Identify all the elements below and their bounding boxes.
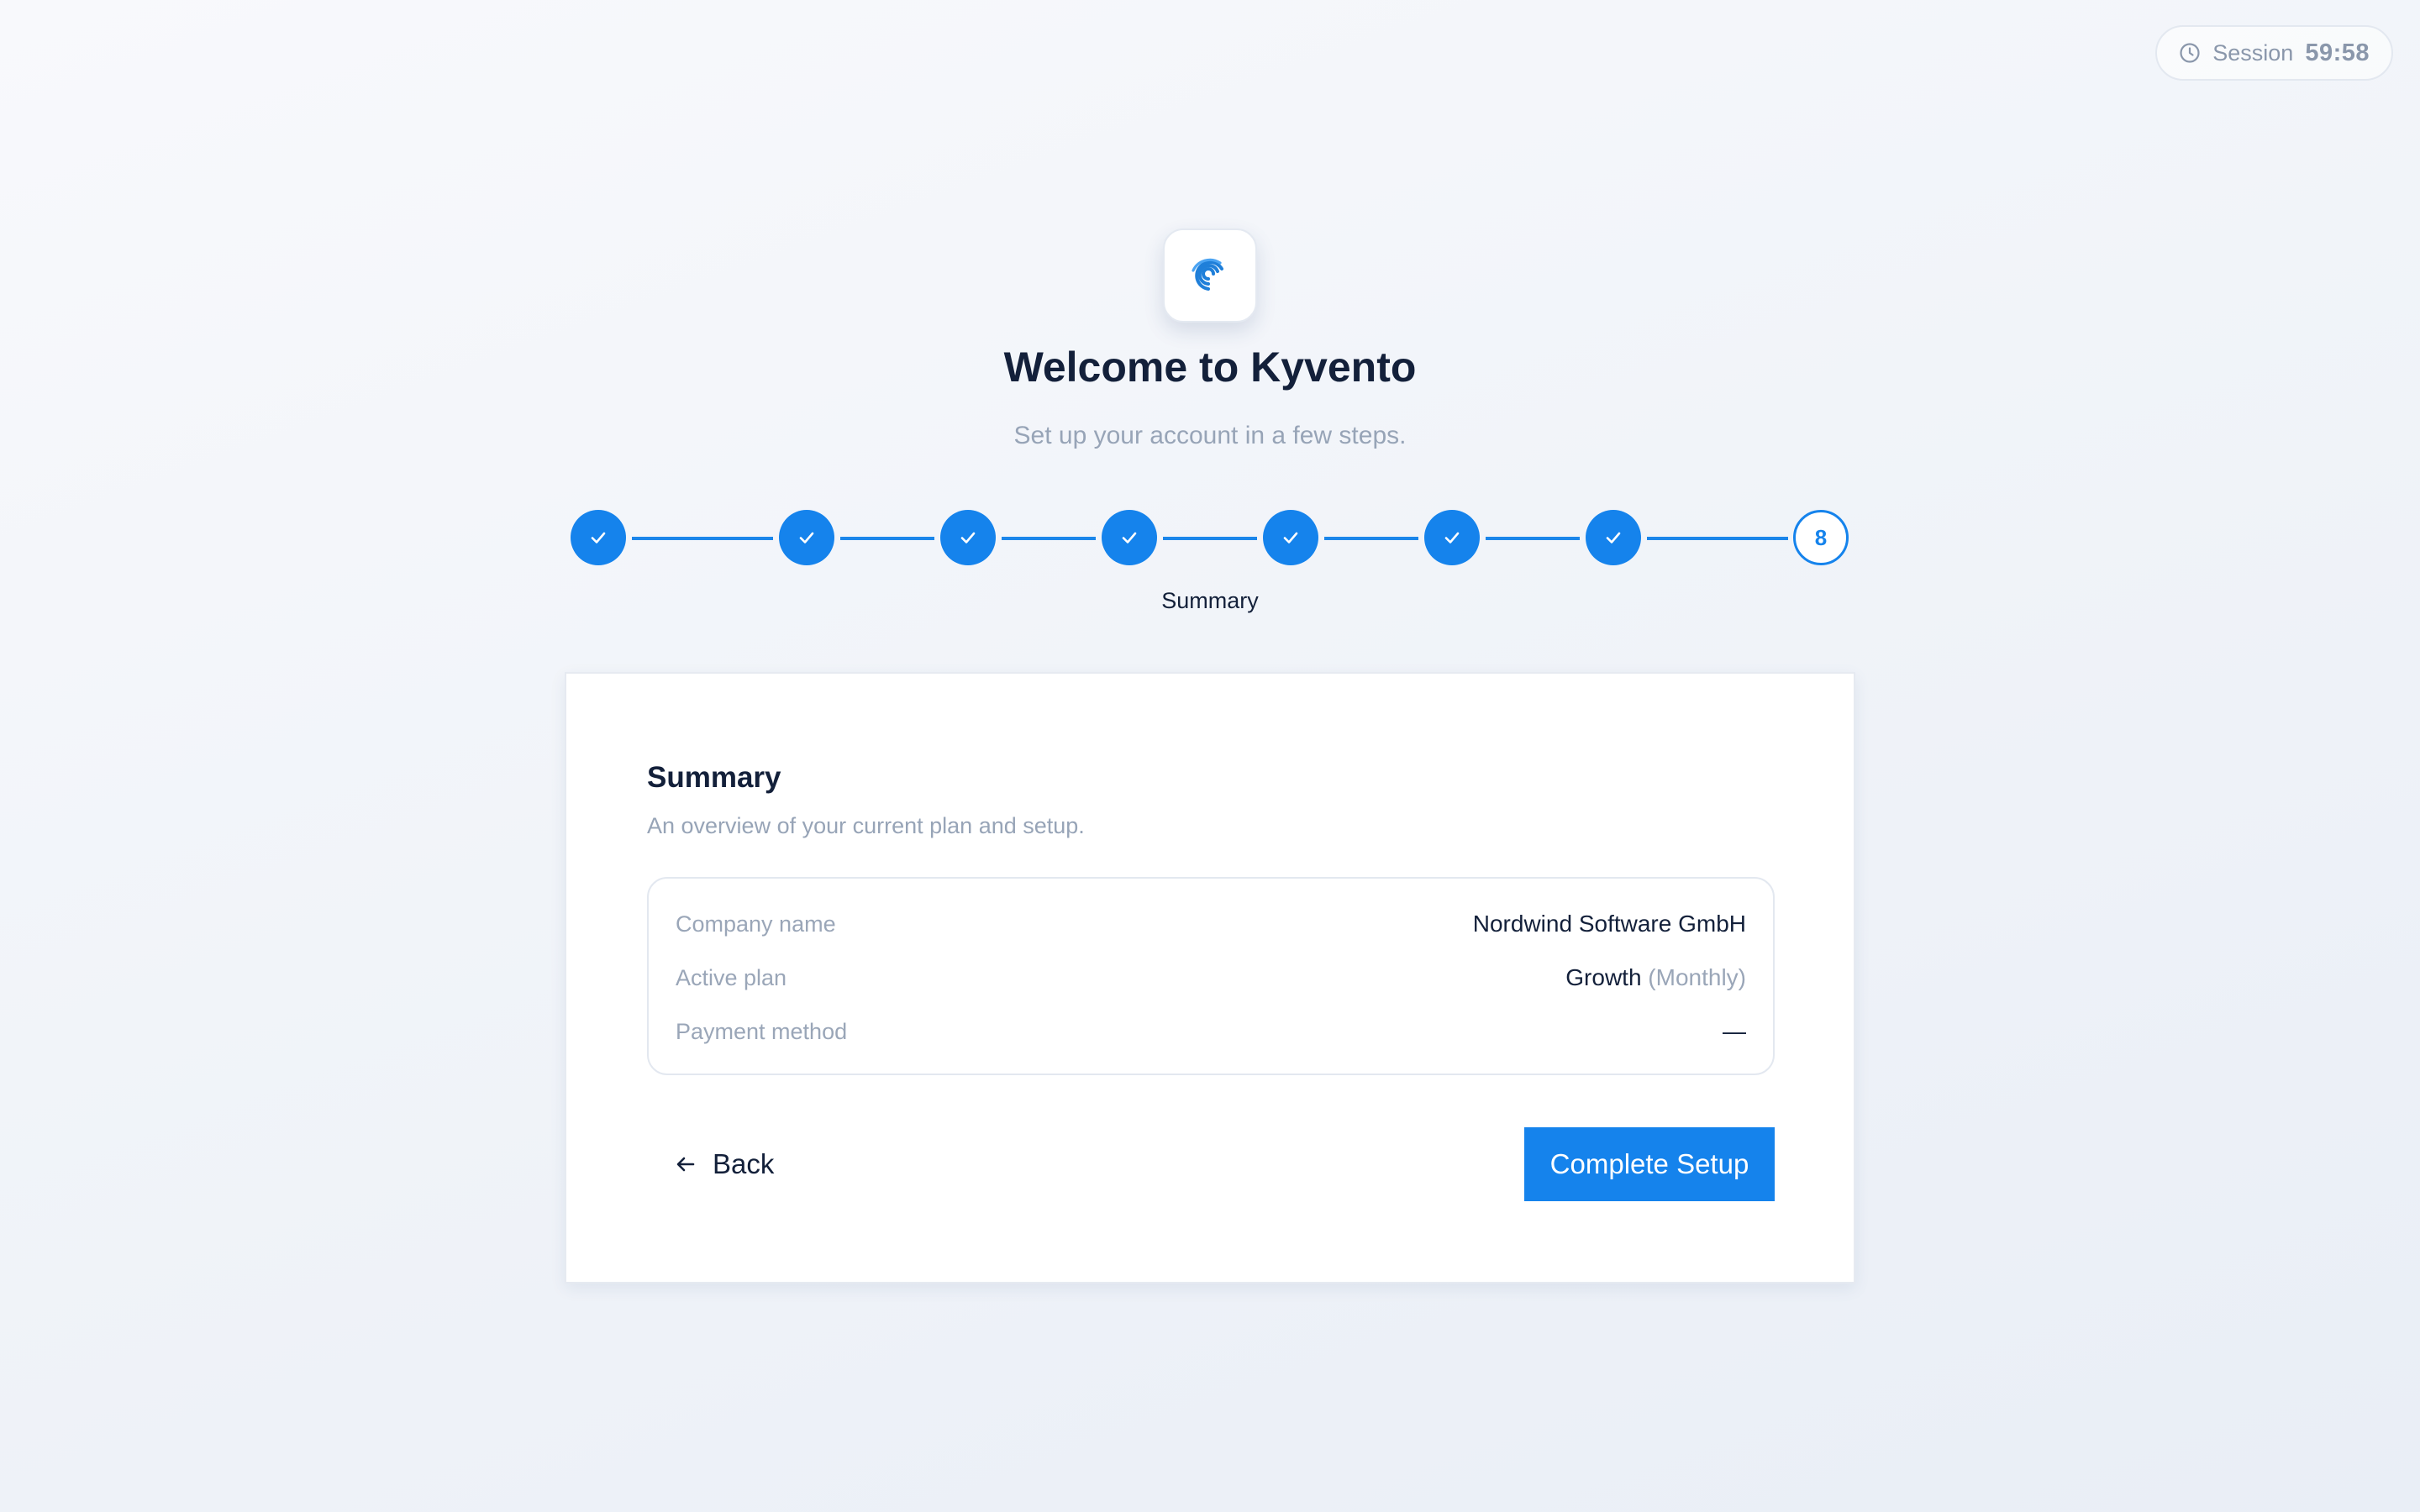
step-connector	[1486, 537, 1580, 540]
step-1-complete	[571, 510, 626, 565]
step-connector	[1647, 537, 1788, 540]
step-8-current: 8	[1793, 510, 1849, 565]
step-connector	[840, 537, 934, 540]
back-button-label: Back	[713, 1148, 775, 1179]
card-description: An overview of your current plan and set…	[647, 813, 1085, 838]
row-value: —	[1723, 1018, 1746, 1044]
step-6-complete	[1424, 510, 1480, 565]
card-title: Summary	[647, 761, 781, 794]
summary-card: Summary An overview of your current plan…	[565, 672, 1855, 1284]
step-connector	[1324, 537, 1418, 540]
check-icon	[1122, 532, 1137, 543]
arrow-left-icon	[674, 1152, 697, 1176]
check-icon	[1283, 532, 1298, 543]
step-4-complete	[1102, 510, 1157, 565]
step-connector	[1163, 537, 1257, 540]
summary-row-payment: Payment method —	[676, 1015, 1746, 1048]
check-icon	[591, 532, 606, 543]
check-icon	[960, 532, 976, 543]
step-2-complete	[779, 510, 834, 565]
summary-details: Company name Nordwind Software GmbH Acti…	[647, 877, 1775, 1075]
plan-billing-note: (Monthly)	[1648, 964, 1746, 990]
complete-setup-button[interactable]: Complete Setup	[1524, 1127, 1775, 1201]
row-label: Active plan	[676, 964, 787, 990]
step-3-complete	[940, 510, 996, 565]
summary-row-plan: Active plan Growth (Monthly)	[676, 961, 1746, 995]
row-label: Payment method	[676, 1018, 848, 1044]
row-value: Nordwind Software GmbH	[1472, 911, 1746, 937]
row-value: Growth (Monthly)	[1565, 964, 1746, 990]
current-step-label: Summary	[1161, 588, 1259, 613]
step-7-complete	[1586, 510, 1641, 565]
check-icon	[799, 532, 814, 543]
step-connector	[632, 537, 773, 540]
check-icon	[1606, 532, 1621, 543]
step-5-complete	[1263, 510, 1318, 565]
row-label: Company name	[676, 911, 836, 937]
summary-row-company: Company name Nordwind Software GmbH	[676, 907, 1746, 941]
back-button[interactable]: Back	[674, 1127, 774, 1201]
progress-stepper: 8	[0, 0, 2420, 638]
check-icon	[1444, 532, 1460, 543]
step-connector	[1002, 537, 1096, 540]
